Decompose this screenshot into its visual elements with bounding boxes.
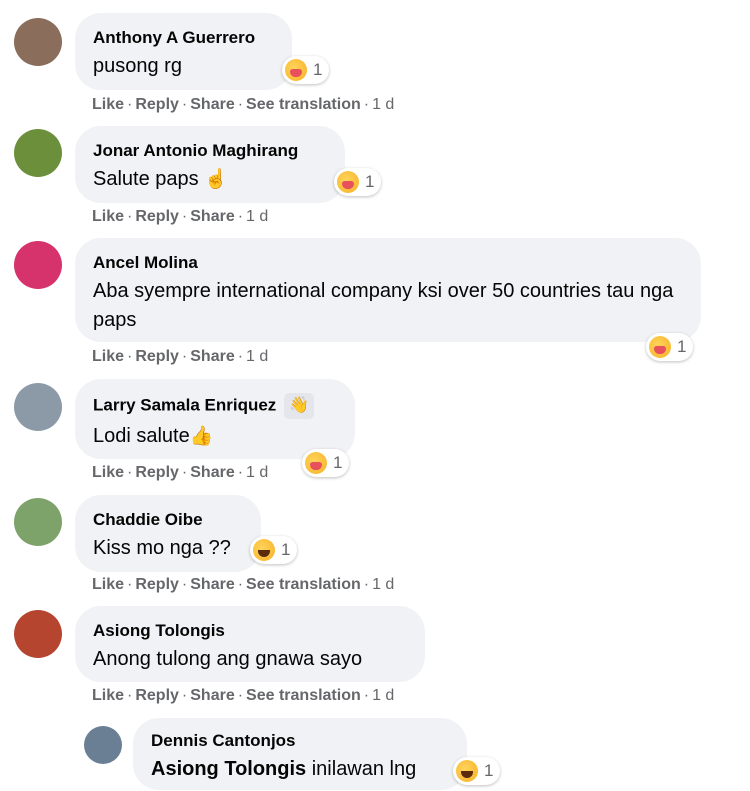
- like-link[interactable]: Like: [92, 576, 124, 593]
- avatar[interactable]: [14, 498, 62, 546]
- comment-bubble: Ancel Molina Aba syempre international c…: [75, 238, 701, 342]
- reply-link[interactable]: Reply: [135, 208, 179, 225]
- comment-actions: Like · Reply · Share · 1 d: [92, 348, 269, 365]
- timestamp[interactable]: 1 d: [246, 464, 268, 481]
- comment-actions: Like · Reply · Share · See translation · 1 d: [92, 576, 395, 593]
- reaction-summary[interactable]: 1: [302, 449, 350, 477]
- comment-bubble: Anthony A Guerrero pusong rg: [75, 13, 292, 90]
- share-link[interactable]: Share: [190, 576, 234, 593]
- comment-text: Aba syempre international company ksi ov…: [93, 280, 674, 331]
- timestamp[interactable]: 1 d: [372, 687, 394, 704]
- reaction-summary[interactable]: 1: [646, 333, 694, 361]
- reaction-count: 1: [365, 172, 375, 191]
- comment-text: Kiss mo nga ??: [93, 537, 231, 559]
- timestamp[interactable]: 1 d: [246, 208, 268, 225]
- reaction-count: 1: [313, 60, 323, 79]
- avatar[interactable]: [14, 18, 62, 66]
- like-link[interactable]: Like: [92, 208, 124, 225]
- reply-link[interactable]: Reply: [135, 576, 179, 593]
- commenter-name[interactable]: Ancel Molina: [93, 252, 683, 274]
- reaction-summary[interactable]: 1: [453, 757, 501, 785]
- see-translation-link[interactable]: See translation: [246, 576, 361, 593]
- reaction-summary[interactable]: 1: [334, 168, 382, 196]
- timestamp[interactable]: 1 d: [372, 96, 394, 113]
- avatar[interactable]: [84, 726, 122, 764]
- comment-bubble: Larry Samala Enriquez 👋 Lodi salute👍: [75, 379, 355, 459]
- comment-text: pusong rg: [93, 55, 182, 77]
- care-reaction-icon: [649, 336, 671, 358]
- comment-bubble: Jonar Antonio Maghirang Salute paps ☝: [75, 126, 345, 203]
- commenter-name[interactable]: Chaddie Oibe: [93, 509, 243, 531]
- like-link[interactable]: Like: [92, 687, 124, 704]
- commenter-name[interactable]: Jonar Antonio Maghirang: [93, 140, 327, 162]
- haha-reaction-icon: [253, 539, 275, 561]
- share-link[interactable]: Share: [190, 96, 234, 113]
- comment-text: Asiong Tolongis inilawan lng: [151, 758, 417, 780]
- comment-bubble: Dennis Cantonjos Asiong Tolongis inilawa…: [133, 718, 467, 790]
- share-link[interactable]: Share: [190, 464, 234, 481]
- comment-bubble: Chaddie Oibe Kiss mo nga ??: [75, 495, 261, 572]
- commenter-name[interactable]: Dennis Cantonjos: [151, 730, 449, 752]
- comment-actions: Like · Reply · Share · See translation · 1 d: [92, 96, 395, 113]
- timestamp[interactable]: 1 d: [246, 348, 268, 365]
- reply-link[interactable]: Reply: [135, 687, 179, 704]
- thumbs-up-emoji: 👍: [189, 426, 214, 447]
- avatar[interactable]: [14, 129, 62, 177]
- pointing-up-emoji: ☝: [204, 169, 228, 190]
- mention-link[interactable]: Asiong Tolongis: [151, 758, 306, 780]
- comment-text: Salute paps ☝: [93, 168, 228, 190]
- reaction-count: 1: [484, 761, 494, 780]
- reaction-summary[interactable]: 1: [250, 536, 298, 564]
- reply-link[interactable]: Reply: [135, 464, 179, 481]
- like-link[interactable]: Like: [92, 96, 124, 113]
- avatar[interactable]: [14, 610, 62, 658]
- comment-actions: Like · Reply · Share · 1 d: [92, 464, 269, 481]
- waving-hand-badge-icon: 👋: [284, 393, 315, 419]
- reaction-summary[interactable]: 1: [282, 56, 330, 84]
- comment-bubble: Asiong Tolongis Anong tulong ang gnawa s…: [75, 606, 425, 682]
- share-link[interactable]: Share: [190, 208, 234, 225]
- care-reaction-icon: [305, 452, 327, 474]
- comment-actions: Like · Reply · Share · 1 d: [92, 208, 269, 225]
- comment-actions: Like · Reply · Share · See translation · 1 d: [92, 687, 395, 704]
- avatar[interactable]: [14, 241, 62, 289]
- commenter-name[interactable]: Anthony A Guerrero: [93, 27, 274, 49]
- reaction-count: 1: [677, 337, 687, 356]
- share-link[interactable]: Share: [190, 687, 234, 704]
- care-reaction-icon: [285, 59, 307, 81]
- commenter-name[interactable]: Asiong Tolongis: [93, 620, 407, 642]
- timestamp[interactable]: 1 d: [372, 576, 394, 593]
- care-reaction-icon: [337, 171, 359, 193]
- share-link[interactable]: Share: [190, 348, 234, 365]
- reply-link[interactable]: Reply: [135, 348, 179, 365]
- haha-reaction-icon: [456, 760, 478, 782]
- see-translation-link[interactable]: See translation: [246, 96, 361, 113]
- comment-text: Lodi salute👍: [93, 425, 214, 447]
- like-link[interactable]: Like: [92, 348, 124, 365]
- reaction-count: 1: [281, 540, 291, 559]
- comment-text: Anong tulong ang gnawa sayo: [93, 648, 363, 670]
- reaction-count: 1: [333, 453, 343, 472]
- see-translation-link[interactable]: See translation: [246, 687, 361, 704]
- avatar[interactable]: [14, 383, 62, 431]
- reply-link[interactable]: Reply: [135, 96, 179, 113]
- like-link[interactable]: Like: [92, 464, 124, 481]
- commenter-name[interactable]: Larry Samala Enriquez 👋: [93, 393, 337, 419]
